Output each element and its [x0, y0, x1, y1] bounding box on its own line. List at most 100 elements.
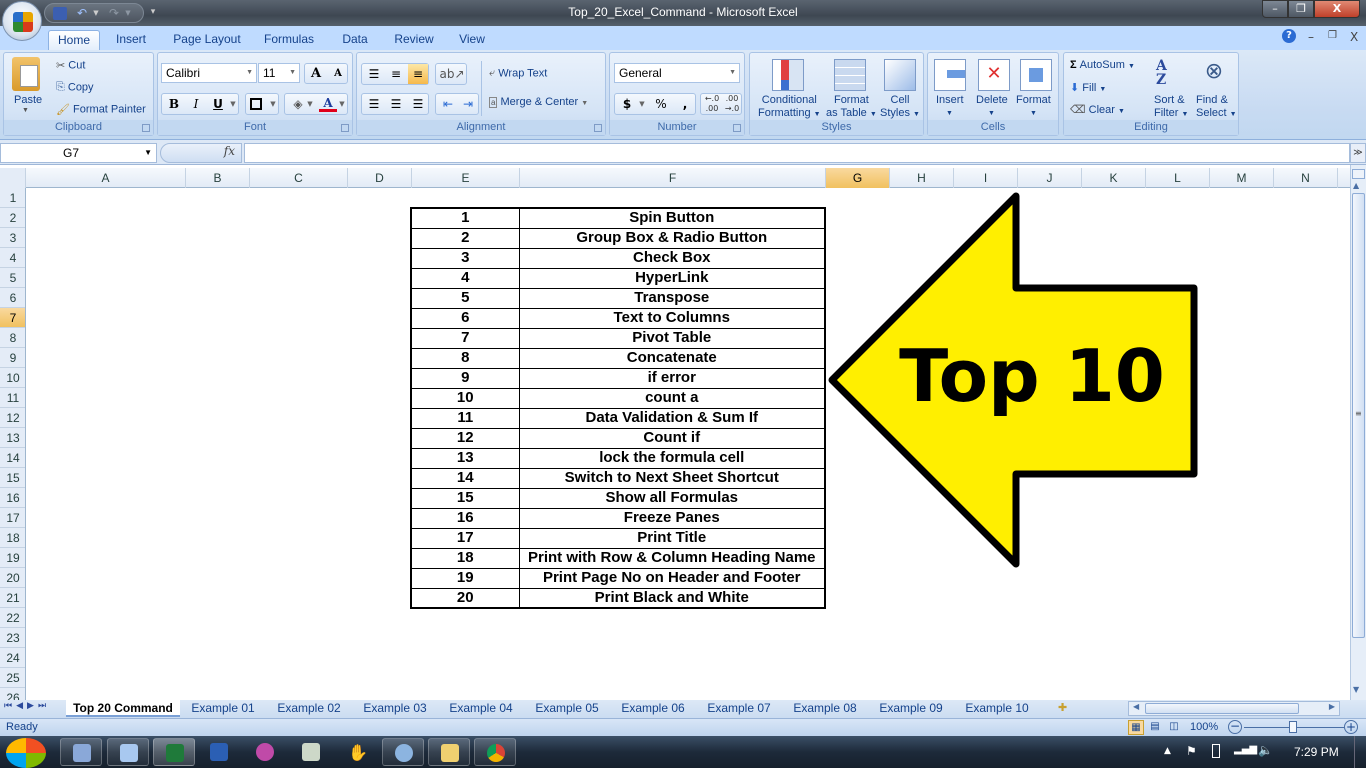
row-header-14[interactable]: 14 — [0, 448, 25, 468]
command-number[interactable]: 19 — [410, 567, 520, 589]
insert-function-button[interactable]: fx — [224, 144, 235, 158]
command-number[interactable]: 18 — [410, 547, 520, 569]
increase-decimal-button[interactable]: ←.0.00 — [702, 94, 722, 114]
align-top-icon[interactable]: ☰ — [364, 64, 384, 84]
delete-cells-button[interactable]: Delete ▼ — [976, 94, 1008, 118]
sheet-tab-example-02[interactable]: Example 02 — [266, 700, 352, 717]
cut-button[interactable]: ✂ Cut — [56, 59, 85, 72]
command-number[interactable]: 11 — [410, 407, 520, 429]
command-name[interactable]: Freeze Panes — [518, 507, 826, 529]
vertical-scroll-thumb[interactable]: ≡ — [1352, 193, 1365, 638]
command-name[interactable]: Check Box — [518, 247, 826, 269]
close-button[interactable]: X — [1314, 0, 1360, 18]
currency-dropdown-icon[interactable]: ▼ — [637, 94, 647, 114]
page-break-view-icon[interactable]: ◫ — [1166, 720, 1182, 735]
row-header-6[interactable]: 6 — [0, 288, 25, 308]
command-name[interactable]: Switch to Next Sheet Shortcut — [518, 467, 826, 489]
scroll-left-icon[interactable]: ◀ — [1133, 702, 1139, 711]
decrease-decimal-button[interactable]: .00 →.0 — [722, 94, 742, 114]
command-number[interactable]: 2 — [410, 227, 520, 249]
borders-button[interactable]: ▼ — [245, 93, 279, 115]
format-as-table-button[interactable]: Format as Table ▼ — [826, 94, 877, 121]
sheet-tab-example-05[interactable]: Example 05 — [524, 700, 610, 717]
office-button[interactable] — [2, 1, 42, 41]
workbook-close-button[interactable]: X — [1350, 30, 1358, 44]
percent-button[interactable]: % — [651, 94, 671, 114]
row-header-17[interactable]: 17 — [0, 508, 25, 528]
paste-dropdown-icon[interactable]: ▼ — [22, 107, 29, 114]
row-header-11[interactable]: 11 — [0, 388, 25, 408]
format-cells-button[interactable]: Format ▼ — [1016, 94, 1051, 118]
underline-dropdown-icon[interactable]: ▼ — [228, 94, 238, 114]
font-name-select[interactable]: Calibri ▼ — [161, 63, 257, 83]
row-header-20[interactable]: 20 — [0, 568, 25, 588]
shrink-font-button[interactable]: A — [327, 64, 349, 84]
sheet-tab-top-20-command[interactable]: Top 20 Command — [66, 700, 180, 717]
row-header-16[interactable]: 16 — [0, 488, 25, 508]
underline-button[interactable]: U — [208, 94, 228, 114]
clipboard-launcher-icon[interactable] — [142, 124, 150, 132]
command-number[interactable]: 14 — [410, 467, 520, 489]
start-button[interactable] — [6, 738, 46, 768]
sheet-nav-buttons[interactable]: ⏮◀▶⏭ — [4, 701, 50, 711]
select-all-button[interactable] — [0, 168, 26, 188]
column-header-f[interactable]: F — [520, 168, 826, 188]
paste-button[interactable]: Paste — [14, 94, 42, 106]
show-hidden-icons[interactable]: ▲ — [1164, 746, 1171, 756]
column-header-h[interactable]: H — [890, 168, 954, 188]
name-box-dropdown-icon[interactable]: ▼ — [144, 144, 152, 162]
font-color-dropdown-icon[interactable]: ▼ — [337, 94, 347, 114]
command-name[interactable]: Data Validation & Sum If — [518, 407, 826, 429]
command-number[interactable]: 9 — [410, 367, 520, 389]
command-name[interactable]: lock the formula cell — [518, 447, 826, 469]
taskbar-notepad[interactable] — [107, 738, 149, 766]
sheet-tab-example-09[interactable]: Example 09 — [868, 700, 954, 717]
row-header-4[interactable]: 4 — [0, 248, 25, 268]
command-name[interactable]: Concatenate — [518, 347, 826, 369]
number-format-select[interactable]: General ▼ — [614, 63, 740, 83]
command-number[interactable]: 5 — [410, 287, 520, 309]
scroll-down-icon[interactable]: ▼ — [1353, 685, 1359, 694]
page-layout-view-icon[interactable]: ▤ — [1147, 720, 1163, 735]
zoom-out-button[interactable]: − — [1228, 720, 1242, 734]
zoom-level[interactable]: 100% — [1190, 721, 1218, 733]
sheet-tab-example-01[interactable]: Example 01 — [180, 700, 266, 717]
scroll-up-icon[interactable]: ▲ — [1353, 181, 1359, 190]
conditional-formatting-button[interactable]: Conditional Formatting ▼ — [758, 94, 821, 121]
command-name[interactable]: Print Title — [518, 527, 826, 549]
expand-formula-bar-icon[interactable]: ≫ — [1350, 143, 1366, 163]
clock[interactable]: 7:29 PM — [1294, 745, 1339, 759]
tab-view[interactable]: View — [452, 30, 492, 50]
name-box[interactable]: G7 ▼ — [0, 143, 157, 163]
row-header-13[interactable]: 13 — [0, 428, 25, 448]
command-name[interactable]: if error — [518, 367, 826, 389]
row-header-10[interactable]: 10 — [0, 368, 25, 388]
column-header-k[interactable]: K — [1082, 168, 1146, 188]
column-header-d[interactable]: D — [348, 168, 412, 188]
row-header-1[interactable]: 1 — [0, 188, 25, 208]
command-name[interactable]: Print Page No on Header and Footer — [518, 567, 826, 589]
wrap-text-button[interactable]: ⤶ Wrap Text — [489, 67, 547, 80]
autosum-button[interactable]: Σ AutoSum ▼ — [1070, 59, 1135, 71]
row-header-9[interactable]: 9 — [0, 348, 25, 368]
command-number[interactable]: 3 — [410, 247, 520, 269]
workbook-restore-button[interactable]: ❐ — [1328, 30, 1337, 41]
show-desktop-button[interactable] — [1354, 736, 1366, 768]
currency-button[interactable]: $ — [617, 94, 637, 114]
fill-color-dropdown-icon[interactable]: ▼ — [305, 94, 315, 114]
sheet-tab-example-10[interactable]: Example 10 — [954, 700, 1040, 717]
sheet-tab-example-08[interactable]: Example 08 — [782, 700, 868, 717]
taskbar-chrome[interactable] — [474, 738, 516, 766]
column-header-a[interactable]: A — [26, 168, 186, 188]
row-header-5[interactable]: 5 — [0, 268, 25, 288]
restore-button[interactable]: ❐ — [1288, 0, 1314, 18]
row-header-26[interactable]: 26 — [0, 688, 25, 700]
font-launcher-icon[interactable] — [341, 124, 349, 132]
taskbar-excel[interactable] — [153, 738, 195, 766]
command-name[interactable]: HyperLink — [518, 267, 826, 289]
row-header-3[interactable]: 3 — [0, 228, 25, 248]
tab-data[interactable]: Data — [334, 30, 376, 50]
command-number[interactable]: 7 — [410, 327, 520, 349]
command-number[interactable]: 10 — [410, 387, 520, 409]
scroll-right-icon[interactable]: ▶ — [1329, 702, 1335, 711]
